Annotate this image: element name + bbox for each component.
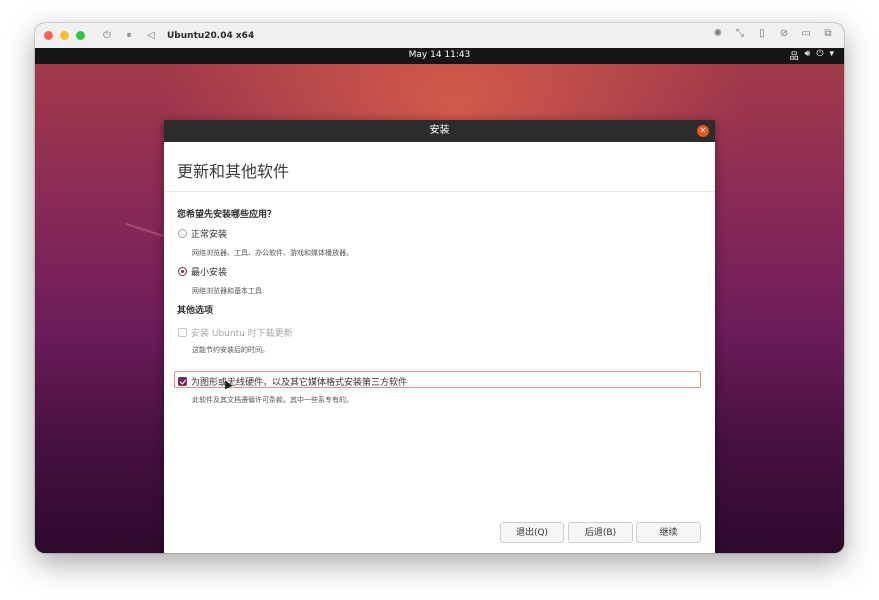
power-icon: ⏻ [816,49,824,59]
page-title: 更新和其他软件 [177,162,290,181]
installer-dialog: 安装 ✕ 更新和其他软件 您希望先安装哪些应用？ 正常安装 网络浏览器、工具、办… [164,120,715,553]
network-icon: 品 [789,52,799,62]
back-button[interactable]: 后退(B) [568,522,633,543]
page-header: 更新和其他软件 [164,142,715,192]
desktop-wallpaper: 安装 ✕ 更新和其他软件 您希望先安装哪些应用？ 正常安装 网络浏览器、工具、办… [35,64,844,553]
chevron-down-icon: ▾ [829,49,834,59]
power-icon[interactable]: ⏻ [101,30,113,41]
minimal-install-radio[interactable] [178,267,187,276]
dialog-title: 安装 [429,125,450,136]
normal-install-label[interactable]: 正常安装 [191,227,227,240]
download-updates-option: 安装 Ubuntu 时下载更新 [178,326,293,339]
third-party-description: 此软件及其文档遵循许可条款。其中一些系专有的。 [192,396,353,404]
other-options-heading: 其他选项 [177,306,214,316]
download-updates-checkbox [178,328,187,337]
back-icon[interactable]: ◁ [145,30,157,41]
resize-icon[interactable]: ⤡ [734,28,746,39]
normal-install-radio[interactable] [178,229,187,238]
download-updates-label: 安装 Ubuntu 时下载更新 [191,329,293,339]
quit-button[interactable]: 退出(Q) [500,522,564,543]
install-type-question: 您希望先安装哪些应用？ [177,210,277,220]
brightness-icon[interactable]: ✺ [712,28,724,39]
close-window-button[interactable] [44,31,53,40]
pause-icon[interactable]: ⏸ [123,30,135,41]
mouse-icon[interactable]: ▯ [756,28,768,39]
vm-window: ⏻ ⏸ ◁ Ubuntu20.04 x64 ✺ ⤡ ▯ ⊘ ▭ ⧉ May 14… [35,23,844,553]
normal-install-option[interactable]: 正常安装 [178,227,227,240]
minimal-install-option[interactable]: 最小安装 [178,265,227,278]
maximize-window-button[interactable] [76,31,85,40]
third-party-checkbox[interactable] [178,377,187,386]
dialog-titlebar: 安装 ✕ [164,120,715,142]
folder-icon[interactable]: ▭ [800,28,812,39]
clock[interactable]: May 14 11:43 [35,50,844,60]
close-icon[interactable]: ✕ [697,125,709,137]
volume-icon: 🔊︎ [804,49,811,59]
minimize-window-button[interactable] [60,31,69,40]
wallpaper-streak [125,222,165,238]
mac-titlebar: ⏻ ⏸ ◁ Ubuntu20.04 x64 ✺ ⤡ ▯ ⊘ ▭ ⧉ [35,23,844,49]
vm-title: Ubuntu20.04 x64 [167,30,255,41]
window-controls [44,31,85,40]
ubuntu-top-bar: May 14 11:43 品 🔊︎ ⏻ ▾ [35,48,844,64]
no-sound-icon[interactable]: ⊘ [778,28,790,39]
system-tray[interactable]: 品 🔊︎ ⏻ ▾ [790,49,834,62]
minimal-install-description: 网络浏览器和基本工具 [192,287,262,295]
normal-install-description: 网络浏览器、工具、办公软件、游戏和媒体播放器。 [192,249,353,257]
windows-icon[interactable]: ⧉ [822,28,834,39]
continue-button[interactable]: 继续 [636,522,701,543]
download-updates-description: 这能节约安装后的时间。 [192,346,269,354]
minimal-install-label[interactable]: 最小安装 [191,265,227,278]
third-party-option[interactable]: 为图形或无线硬件，以及其它媒体格式安装第三方软件 [178,375,407,388]
